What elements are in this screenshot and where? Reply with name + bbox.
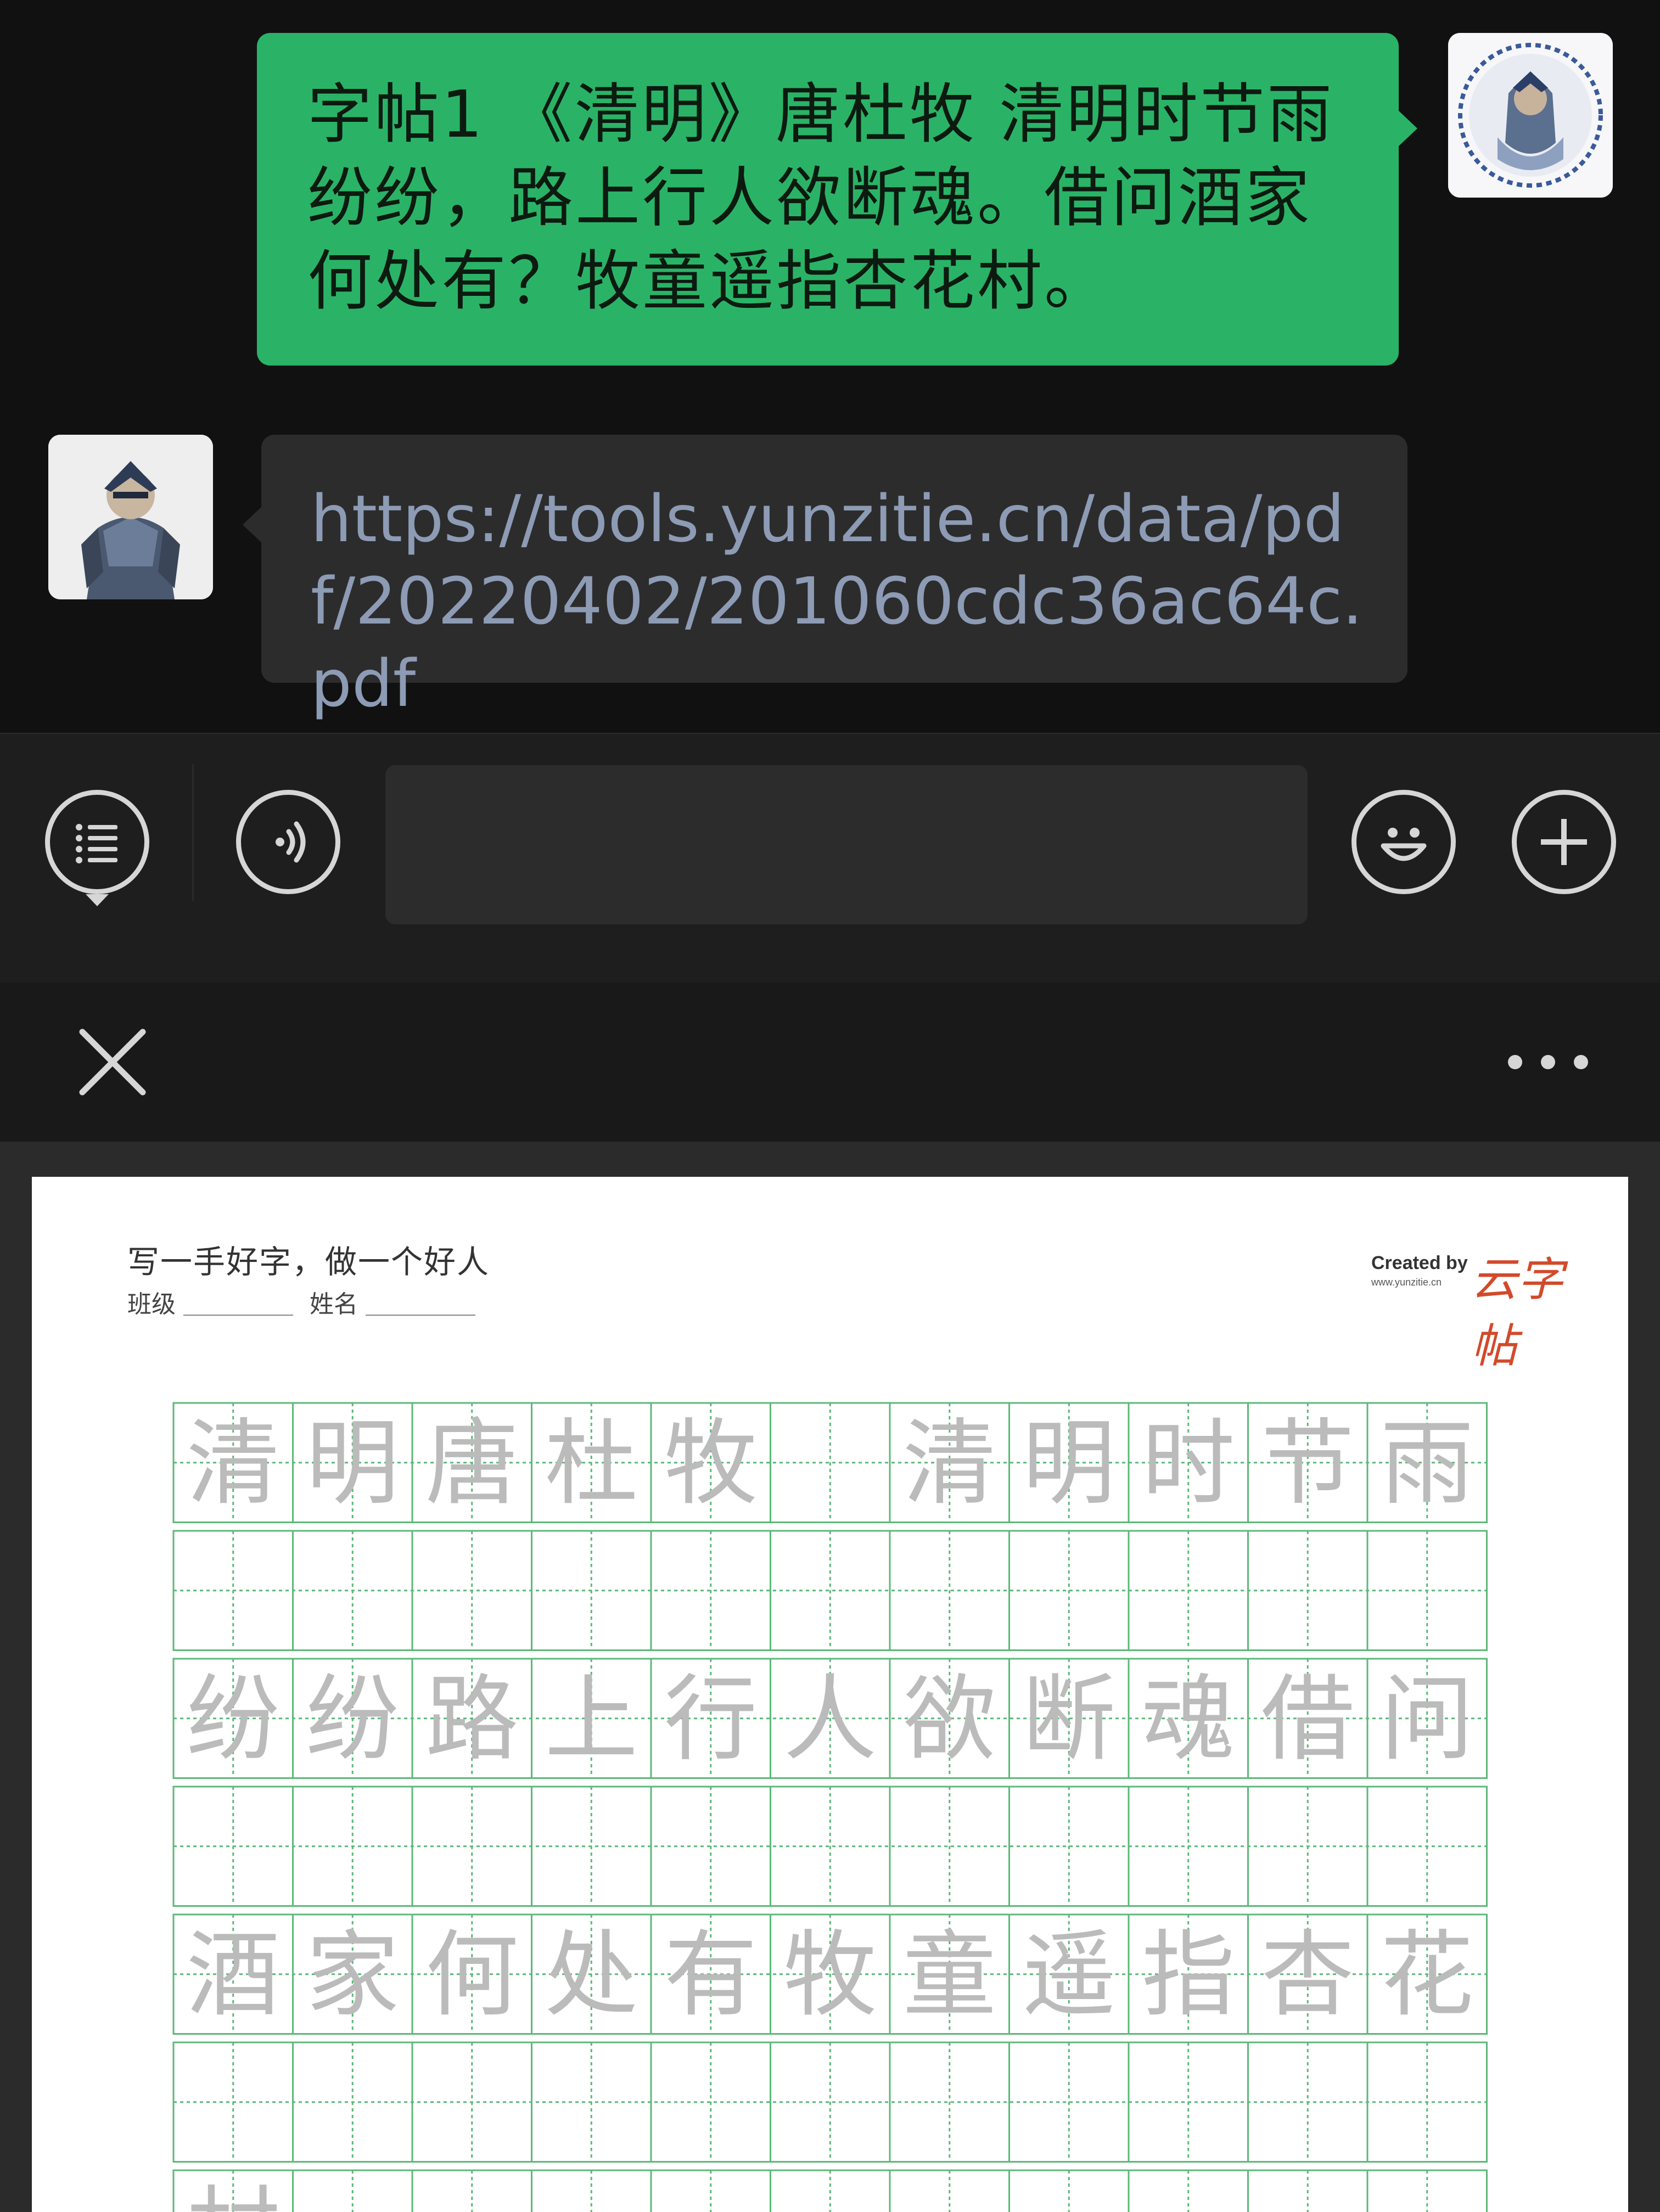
trace-character: 唐	[425, 1410, 519, 1518]
trace-character: 清	[903, 1410, 996, 1518]
outgoing-message-bubble[interactable]: 字帖1 《清明》唐杜牧 清明时节雨纷纷，路上行人欲断魂。借问酒家何处有？牧童遥指…	[257, 33, 1417, 366]
trace-character: 村	[187, 2177, 280, 2212]
outgoing-message-text: 字帖1 《清明》唐杜牧 清明时节雨纷纷，路上行人欲断魂。借问酒家何处有？牧童遥指…	[307, 76, 1334, 319]
trace-character: 牧	[783, 1921, 877, 2030]
pdf-viewer-body[interactable]: 写一手好字，做一个好人 班级 姓名 Created by www.yunzitie…	[0, 1142, 1660, 2212]
trace-character: 童	[903, 1921, 996, 2030]
pdf-page: 写一手好字，做一个好人 班级 姓名 Created by www.yunzitie…	[32, 1177, 1628, 2212]
trace-character: 何	[425, 1921, 519, 2030]
bubble-tail	[243, 506, 262, 543]
trace-character: 问	[1381, 1665, 1474, 1774]
trace-character: 杜	[545, 1410, 638, 1518]
chat-input-bar	[0, 733, 1660, 984]
trace-character: 人	[783, 1665, 877, 1774]
close-icon[interactable]	[77, 1026, 148, 1098]
grid-row: 村	[172, 2169, 1488, 2212]
chevron-down-icon	[86, 894, 109, 906]
trace-character: 遥	[1022, 1921, 1115, 2030]
bubble-tail	[1398, 110, 1417, 147]
trace-character: 有	[664, 1921, 758, 2030]
grid-row	[172, 2041, 1488, 2163]
trace-character: 花	[1381, 1921, 1474, 2030]
my-avatar[interactable]	[1448, 33, 1613, 198]
trace-character: 路	[425, 1665, 519, 1774]
pdf-viewer-toolbar	[0, 983, 1660, 1142]
list-menu-button[interactable]	[45, 790, 149, 894]
tian-grid: 清明唐杜牧清明时节雨纷纷路上行人欲断魂借问酒家何处有牧童遥指杏花村	[172, 1402, 1488, 2212]
plus-button[interactable]	[1512, 790, 1616, 894]
message-input[interactable]	[385, 765, 1308, 924]
grid-row: 清明唐杜牧清明时节雨	[172, 1402, 1488, 1523]
trace-character: 上	[545, 1665, 638, 1774]
trace-character: 清	[187, 1410, 280, 1518]
list-menu-icon	[76, 824, 117, 863]
more-dots-icon[interactable]	[1504, 1048, 1592, 1076]
trace-character: 雨	[1381, 1410, 1474, 1518]
input-divider	[192, 764, 194, 901]
trace-character: 欲	[903, 1665, 996, 1774]
grid-row	[172, 1786, 1488, 1907]
voice-icon	[276, 821, 306, 863]
trace-character: 明	[306, 1410, 399, 1518]
grid-row: 酒家何处有牧童遥指杏花	[172, 1913, 1488, 2035]
trace-character: 杏	[1261, 1921, 1354, 2030]
plus-icon	[1541, 819, 1587, 865]
trace-character: 纷	[187, 1665, 280, 1774]
trace-character: 纷	[306, 1665, 399, 1774]
trace-character: 节	[1261, 1410, 1354, 1518]
grid-row: 纷纷路上行人欲断魂借问	[172, 1658, 1488, 1779]
incoming-link-bubble[interactable]: https://tools.yunzitie.cn/data/pdf/20220…	[243, 435, 1407, 721]
trace-character: 魂	[1142, 1665, 1235, 1774]
incoming-link-text[interactable]: https://tools.yunzitie.cn/data/pdf/20220…	[311, 478, 1364, 725]
chat-area: 字帖1 《清明》唐杜牧 清明时节雨纷纷，路上行人欲断魂。借问酒家何处有？牧童遥指…	[0, 0, 1660, 733]
trace-character: 家	[306, 1921, 399, 2030]
grid-row	[172, 1530, 1488, 1651]
trace-character: 牧	[664, 1410, 758, 1518]
trace-character: 断	[1022, 1665, 1115, 1774]
trace-character: 行	[664, 1665, 758, 1774]
voice-button[interactable]	[236, 790, 340, 894]
trace-character: 处	[545, 1921, 638, 2030]
contact-avatar[interactable]	[48, 435, 213, 599]
trace-character: 酒	[187, 1921, 280, 2030]
trace-character: 明	[1022, 1410, 1115, 1518]
trace-character: 借	[1261, 1665, 1354, 1774]
emoji-button[interactable]	[1351, 790, 1456, 894]
trace-character: 时	[1142, 1410, 1235, 1518]
emoji-icon	[1381, 828, 1427, 861]
trace-character: 指	[1142, 1921, 1235, 2030]
